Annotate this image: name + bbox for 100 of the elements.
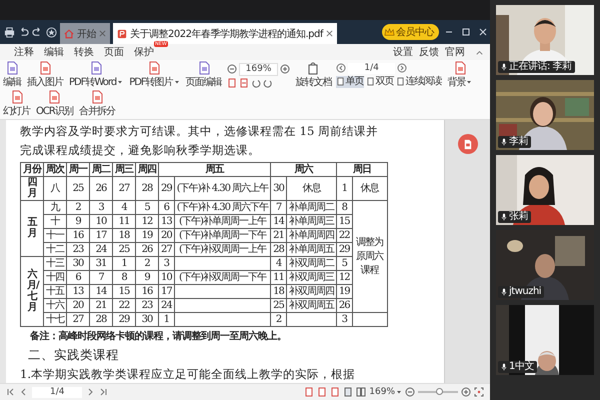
print-icon[interactable] (4, 27, 15, 38)
view-mode-button[interactable]: 连续阅读 (396, 76, 442, 88)
column-header: 周三 (112, 162, 136, 176)
toolbar-button[interactable]: 页面编辑 (184, 61, 223, 89)
home-icon (64, 28, 74, 38)
table-cell: 27 (112, 176, 136, 200)
table-cell: 16 (136, 284, 158, 298)
table-cell: 2 (66, 200, 90, 214)
toolbar-button[interactable]: 背景 (446, 61, 474, 89)
maximize-icon[interactable] (461, 27, 471, 37)
toolbar-button[interactable]: 幻灯片 (2, 90, 31, 118)
floating-tool-button[interactable] (458, 134, 478, 154)
close-icon[interactable] (326, 30, 333, 37)
menu-item[interactable]: 转换 (74, 45, 94, 59)
table-cell: (下午)补 4.30 周六上午 (174, 176, 271, 200)
menu-link[interactable]: 官网 (445, 45, 465, 59)
column-header: 周一 (66, 162, 90, 176)
fit-width-icon[interactable] (238, 78, 249, 88)
fullscreen-icon[interactable] (474, 387, 484, 397)
previous-page-icon[interactable] (336, 63, 346, 73)
toolbar-button[interactable]: 编辑 (2, 61, 22, 89)
toolbar-button[interactable]: 合并拆分 (78, 90, 116, 118)
participant-name: 正在讲话: 李莉 (509, 61, 572, 73)
star-icon[interactable] (46, 27, 57, 38)
table-cell: 25 (270, 298, 286, 312)
table-cell: 八 (44, 176, 66, 200)
first-page-icon[interactable] (6, 387, 16, 397)
table-cell: 21 (270, 228, 286, 242)
microphone-icon (501, 138, 507, 146)
single-page-icon[interactable] (343, 387, 354, 397)
menu-link[interactable]: 反馈 (419, 45, 439, 59)
rotate-left-icon[interactable] (250, 78, 261, 88)
column-header: 月份 (20, 162, 44, 176)
table-cell: 9 (136, 270, 158, 284)
zoom-in-icon[interactable] (280, 64, 290, 74)
member-center-button[interactable]: 会员中心 (382, 24, 439, 40)
table-cell: 11 (270, 270, 286, 284)
view-mode-button[interactable]: 双页 (366, 76, 394, 88)
table-cell: 十三 (44, 256, 66, 270)
page-number-field[interactable]: 1/4 (348, 62, 395, 74)
table-cell: 补单周周三 (286, 214, 336, 228)
table-cell: 29 (158, 176, 174, 200)
table-cell: 22 (336, 228, 352, 242)
document-icon (47, 90, 62, 104)
column-header: 周次 (44, 162, 66, 176)
menu-item[interactable]: 页面 (104, 45, 124, 59)
table-cell: 5 (136, 200, 158, 214)
table-cell: (下午)补双周周一下午 (174, 270, 271, 284)
column-header: 周二 (90, 162, 112, 176)
zoom-out-icon[interactable] (405, 387, 415, 397)
menu-item[interactable]: 保护 (134, 45, 154, 59)
table-cell: 30 (270, 176, 286, 200)
pdf-file-icon (117, 28, 127, 38)
microphone-icon (501, 288, 507, 296)
zoom-dropdown[interactable]: 169% (369, 387, 402, 397)
zoom-in-icon[interactable] (461, 387, 471, 397)
column-header: 周六 (270, 162, 336, 176)
table-cell: 7 (90, 270, 112, 284)
table-cell: 十四 (44, 270, 66, 284)
page-icon[interactable] (317, 387, 328, 397)
menu-link[interactable]: 设置 (393, 45, 413, 59)
last-page-icon[interactable] (98, 387, 108, 397)
slider-thumb[interactable] (436, 388, 443, 395)
table-cell: 25 (112, 242, 136, 256)
table-cell: 13 (66, 284, 90, 298)
caret-icon (466, 79, 472, 85)
table-cell: 20 (66, 298, 90, 312)
table-cell: 19 (136, 228, 158, 242)
participant-name: jtwuzhi (509, 286, 542, 298)
toolbar-button[interactable]: PDF转Word (68, 61, 124, 89)
table-cell: 15 (336, 214, 352, 228)
table-cell: 7 (270, 200, 286, 214)
toolbar-button[interactable]: PDF转图片 (128, 61, 181, 89)
table-cell: 21 (90, 298, 112, 312)
rotate-right-icon[interactable] (262, 78, 273, 88)
toolbar-button[interactable]: OCR识别 (35, 90, 74, 118)
table-cell: 12 (136, 214, 158, 228)
view-mode-button[interactable]: 单页 (336, 76, 364, 88)
table-cell: 十二 (44, 242, 66, 256)
menu-item[interactable]: 编辑 (44, 45, 64, 59)
table-cell: 18 (112, 228, 136, 242)
section-heading: 二、实践类课程 (27, 346, 120, 364)
table-cell: (下午)补双周周一上午 (174, 242, 271, 256)
participant-name: 张莉 (509, 211, 528, 223)
zoom-field[interactable]: 169% (238, 62, 278, 76)
document-tab[interactable]: 开始 (60, 23, 110, 44)
zoom-out-icon[interactable] (226, 64, 237, 74)
rotate-document-button[interactable]: 旋转文档 (294, 61, 332, 89)
page-icon[interactable] (330, 387, 340, 397)
double-page-icon[interactable] (356, 387, 366, 397)
menu-item[interactable]: 注释 (14, 45, 34, 59)
table-cell: 31 (90, 256, 112, 270)
page-number-field[interactable]: 1/4 (32, 386, 82, 398)
table-cell: 2 (136, 256, 158, 270)
fit-page-icon[interactable] (226, 78, 237, 88)
table-cell: 10 (90, 214, 112, 228)
participant-name: 李莉 (509, 136, 528, 148)
next-page-icon[interactable] (396, 63, 407, 73)
toolbar-button[interactable]: 插入图片 (26, 61, 64, 89)
page-icon[interactable] (304, 387, 314, 397)
